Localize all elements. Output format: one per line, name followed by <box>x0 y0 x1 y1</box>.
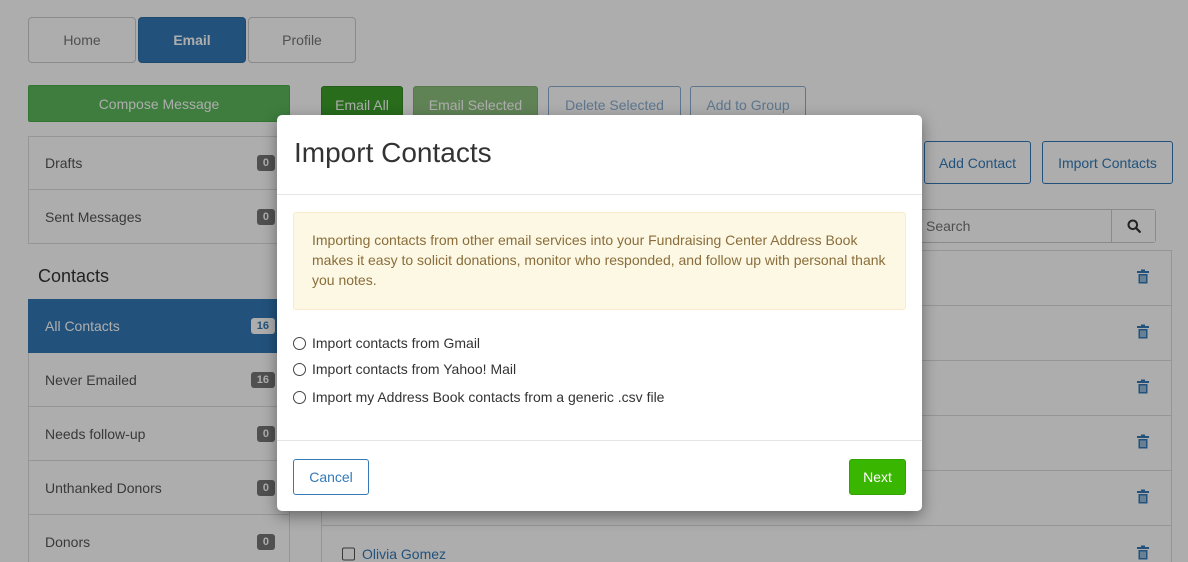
next-button[interactable]: Next <box>849 459 906 495</box>
option-label: Import my Address Book contacts from a g… <box>312 389 665 405</box>
modal-header: Import Contacts <box>277 115 922 195</box>
import-contacts-modal: Import Contacts Importing contacts from … <box>277 115 922 511</box>
option-csv[interactable]: Import my Address Book contacts from a g… <box>293 389 664 405</box>
radio-button[interactable] <box>293 362 306 376</box>
option-gmail[interactable]: Import contacts from Gmail <box>293 335 480 351</box>
info-alert: Importing contacts from other email serv… <box>293 212 906 310</box>
option-yahoo[interactable]: Import contacts from Yahoo! Mail <box>293 361 516 377</box>
page: Home Email Profile Compose Message Draft… <box>0 0 1188 562</box>
radio-button[interactable] <box>293 336 306 350</box>
cancel-button[interactable]: Cancel <box>293 459 369 495</box>
modal-footer: Cancel Next <box>277 440 922 511</box>
option-label: Import contacts from Yahoo! Mail <box>312 361 517 377</box>
radio-button[interactable] <box>293 390 306 404</box>
option-label: Import contacts from Gmail <box>312 335 481 351</box>
modal-title: Import Contacts <box>294 137 492 168</box>
